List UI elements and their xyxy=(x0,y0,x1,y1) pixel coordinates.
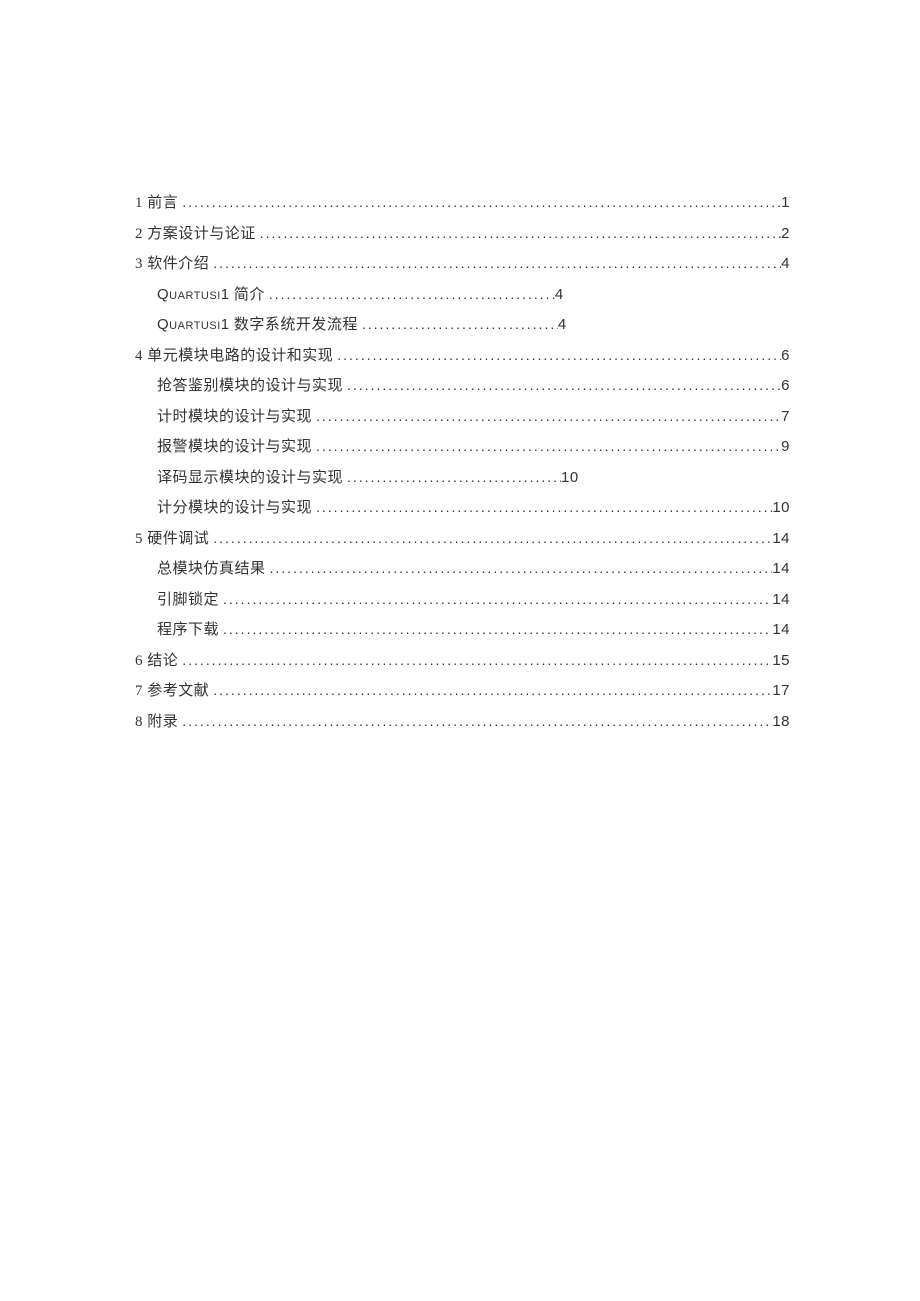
toc-title: Quartusi1 简介 xyxy=(157,287,265,303)
toc-entry: 6 结论 15 xyxy=(135,653,790,669)
toc-entry: 引脚锁定 14 xyxy=(135,592,790,608)
toc-page: 4 xyxy=(781,256,790,271)
toc-leader xyxy=(312,409,781,423)
toc-entry: 7 参考文献 17 xyxy=(135,683,790,699)
toc-title: 抢答鉴别模块的设计与实现 xyxy=(157,379,343,394)
toc-leader xyxy=(266,561,773,575)
toc-title: 2 方案设计与论证 xyxy=(135,227,256,242)
toc-page: 14 xyxy=(772,561,790,576)
toc-page: 6 xyxy=(781,348,790,363)
toc-page: 7 xyxy=(781,409,790,424)
toc-page: 4 xyxy=(555,287,564,302)
toc-title: 5 硬件调试 xyxy=(135,532,209,547)
toc-entry: 报警模块的设计与实现 9 xyxy=(135,439,790,455)
toc-title: 总模块仿真结果 xyxy=(157,562,266,577)
toc-title-rest: 数字系统开发流程 xyxy=(230,317,358,333)
toc-leader xyxy=(178,653,772,667)
toc-leader xyxy=(256,226,781,240)
toc-leader xyxy=(312,500,772,514)
toc-entry: Quartusi1 简介 4 xyxy=(135,287,790,303)
toc-page: 10 xyxy=(772,500,790,515)
toc-entry: 3 软件介绍 4 xyxy=(135,256,790,272)
toc-title: 计时模块的设计与实现 xyxy=(157,410,312,425)
toc-entry: 8 附录 18 xyxy=(135,714,790,730)
toc-leader xyxy=(312,439,781,453)
toc-leader xyxy=(209,256,781,270)
toc-leader xyxy=(333,348,781,362)
toc-page: 6 xyxy=(781,378,790,393)
toc-title: 7 参考文献 xyxy=(135,684,209,699)
toc-entry: 抢答鉴别模块的设计与实现 6 xyxy=(135,378,790,394)
toc-leader xyxy=(178,195,781,209)
toc-page: 18 xyxy=(772,714,790,729)
toc-page: 15 xyxy=(772,653,790,668)
toc-leader xyxy=(265,287,555,301)
toc-leader xyxy=(209,683,772,697)
toc-leader xyxy=(219,592,772,606)
toc-title: 引脚锁定 xyxy=(157,593,219,608)
toc-title-sc: Quartusi1 xyxy=(157,286,230,303)
toc-title: Quartusi1 数字系统开发流程 xyxy=(157,317,358,333)
toc-page: 4 xyxy=(558,317,567,332)
toc-leader xyxy=(178,714,772,728)
toc-leader xyxy=(358,317,558,331)
toc-page: 14 xyxy=(772,531,790,546)
toc-title: 程序下载 xyxy=(157,623,219,638)
toc-entry: 程序下载 14 xyxy=(135,622,790,638)
toc-leader xyxy=(343,378,781,392)
toc-leader xyxy=(343,470,561,484)
toc-leader xyxy=(209,531,772,545)
toc-title: 1 前言 xyxy=(135,196,178,211)
toc-title: 计分模块的设计与实现 xyxy=(157,501,312,516)
toc-page: 14 xyxy=(772,622,790,637)
toc-entry: 译码显示模块的设计与实现 10 xyxy=(135,470,790,486)
toc-page: 9 xyxy=(781,439,790,454)
toc-title: 4 单元模块电路的设计和实现 xyxy=(135,349,333,364)
toc-title: 报警模块的设计与实现 xyxy=(157,440,312,455)
toc-title: 6 结论 xyxy=(135,654,178,669)
toc-entry: 计分模块的设计与实现 10 xyxy=(135,500,790,516)
toc-entry: 5 硬件调试 14 xyxy=(135,531,790,547)
toc-title-sc: Quartusi1 xyxy=(157,316,230,333)
toc-page: 14 xyxy=(772,592,790,607)
toc-page: 1 xyxy=(781,195,790,210)
toc-title: 8 附录 xyxy=(135,715,178,730)
toc-entry: Quartusi1 数字系统开发流程 4 xyxy=(135,317,790,333)
toc-title: 译码显示模块的设计与实现 xyxy=(157,471,343,486)
toc-leader xyxy=(219,622,772,636)
toc-title-rest: 简介 xyxy=(230,287,265,303)
toc-title: 3 软件介绍 xyxy=(135,257,209,272)
toc-entry: 4 单元模块电路的设计和实现 6 xyxy=(135,348,790,364)
toc-entry: 1 前言 1 xyxy=(135,195,790,211)
toc-entry: 总模块仿真结果 14 xyxy=(135,561,790,577)
toc-page: 2 xyxy=(781,226,790,241)
toc-entry: 计时模块的设计与实现 7 xyxy=(135,409,790,425)
toc-entry: 2 方案设计与论证 2 xyxy=(135,226,790,242)
toc-page: 10 xyxy=(561,470,579,485)
toc-page: 17 xyxy=(772,683,790,698)
table-of-contents: 1 前言 1 2 方案设计与论证 2 3 软件介绍 4 Quartusi1 简介… xyxy=(135,195,790,730)
